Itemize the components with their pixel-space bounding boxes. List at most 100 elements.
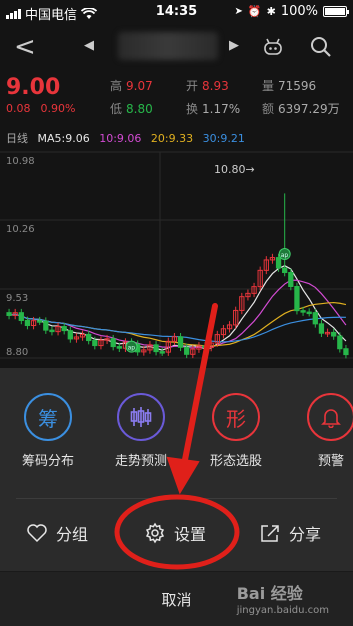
cancel-bar: 取消 Bai 经验 jingyan.baidu.com xyxy=(0,571,353,626)
prev-stock-icon[interactable]: ◀ xyxy=(84,38,94,53)
action-sheet: 筹 筹码分布 走势预测 形 形态选股 预警 分组 设置 分享 取消 Bai 经验… xyxy=(0,368,353,626)
location-icon: ➤ xyxy=(234,6,243,17)
ma-indicator-bar: 日线 MA5:9.06 10:9.06 20:9.33 30:9.21 xyxy=(6,130,251,146)
high-annotation: 10.80→ xyxy=(214,163,255,176)
candle-body xyxy=(37,320,43,323)
nav-bar: < ◀ ▶ xyxy=(0,26,353,70)
ma30-line xyxy=(8,313,346,343)
candle-body xyxy=(306,311,312,315)
period-label[interactable]: 日线 xyxy=(6,132,28,145)
ma10-value: 10:9.06 xyxy=(99,132,142,145)
option-label: 预警 xyxy=(317,454,344,469)
watermark-brand: Bai 经验 xyxy=(236,584,303,603)
candle-body xyxy=(331,331,337,337)
bell-icon xyxy=(307,393,353,441)
candle-body xyxy=(184,346,190,355)
kline-chart[interactable]: 10.98 10.26 9.53 8.80 10.80→ ap ap xyxy=(0,146,353,368)
option-chip-distribution[interactable]: 筹 筹码分布 xyxy=(8,393,88,469)
candle-body xyxy=(294,285,300,312)
y-tick-label: 9.53 xyxy=(6,293,28,304)
candle-body xyxy=(18,312,24,321)
volume-label: 量 xyxy=(262,79,275,93)
settings-label: 设置 xyxy=(174,525,207,544)
option-trend-forecast[interactable]: 走势预测 xyxy=(101,393,181,469)
option-label: 走势预测 xyxy=(114,454,167,469)
robot-icon[interactable] xyxy=(262,36,284,58)
candle-body xyxy=(288,272,294,287)
option-label: 形态选股 xyxy=(209,454,262,469)
candle-body xyxy=(312,312,318,325)
candle-body xyxy=(153,344,159,353)
back-icon[interactable]: < xyxy=(14,32,36,62)
settings-button[interactable]: 设置 xyxy=(144,518,206,548)
candle-body xyxy=(202,345,208,348)
candlestick-icon xyxy=(117,393,165,441)
status-right: ➤ ⏰ ✱ 100% xyxy=(234,4,349,19)
candle-body xyxy=(177,336,184,348)
low-value: 8.80 xyxy=(126,102,153,116)
candle-body xyxy=(116,346,122,349)
option-alert[interactable]: 预警 xyxy=(291,393,353,469)
low-label: 低 xyxy=(110,102,123,116)
candle-body xyxy=(110,338,116,348)
baidu-watermark: Bai 经验 jingyan.baidu.com xyxy=(237,580,329,616)
group-label: 分组 xyxy=(56,525,89,544)
share-icon xyxy=(261,525,279,542)
group-button[interactable]: 分组 xyxy=(26,518,88,548)
status-bar: 中国电信 14:35 ➤ ⏰ ✱ 100% xyxy=(0,0,353,24)
quote-low: 低 8.80 xyxy=(110,100,153,117)
bluetooth-icon: ✱ xyxy=(266,5,276,18)
quote-high: 高 9.07 xyxy=(110,77,153,94)
turnover-label: 换 xyxy=(186,102,199,116)
quote-amount: 额 6397.29万 xyxy=(262,100,340,117)
candle-body xyxy=(318,323,325,334)
y-tick-label: 10.26 xyxy=(6,224,35,235)
ma5-value: MA5:9.06 xyxy=(37,132,90,145)
ma30-value: 30:9.21 xyxy=(202,132,245,145)
candle-body xyxy=(24,319,31,327)
high-value: 9.07 xyxy=(126,79,153,93)
option-label: 筹码分布 xyxy=(21,454,74,469)
candle-body xyxy=(275,257,282,269)
ap-marker-label: ap xyxy=(128,345,136,352)
current-price: 9.00 xyxy=(6,75,61,100)
gear-icon xyxy=(145,522,165,544)
battery-fill xyxy=(325,8,345,15)
amount-value: 6397.29万 xyxy=(278,102,340,116)
battery-icon xyxy=(323,6,349,17)
alarm-icon: ⏰ xyxy=(247,5,262,18)
ma20-value: 20:9.33 xyxy=(150,132,194,145)
stock-name-blurred xyxy=(118,32,218,60)
quote-turnover: 换 1.17% xyxy=(186,100,240,117)
open-label: 开 xyxy=(186,79,199,93)
candle-body xyxy=(61,326,67,332)
share-label: 分享 xyxy=(289,525,322,544)
y-tick-label: 8.80 xyxy=(6,347,28,358)
watermark-url: jingyan.baidu.com xyxy=(236,605,329,616)
sheet-divider xyxy=(16,498,337,499)
candle-body xyxy=(337,335,343,350)
turnover-value: 1.17% xyxy=(202,102,241,116)
high-label: 高 xyxy=(110,79,123,93)
change-percent: 0.90% xyxy=(40,102,76,115)
search-icon[interactable] xyxy=(309,35,333,59)
volume-value: 71596 xyxy=(278,79,317,93)
candle-body xyxy=(159,351,165,354)
ap-marker-label: ap xyxy=(281,252,289,259)
pattern-icon: 形 xyxy=(212,393,260,441)
next-stock-icon[interactable]: ▶ xyxy=(229,38,239,53)
change-value: 0.08 xyxy=(6,102,31,115)
option-pattern-picker[interactable]: 形 形态选股 xyxy=(196,393,276,469)
candle-body xyxy=(92,340,98,347)
chip-distribution-icon: 筹 xyxy=(24,393,72,441)
share-button[interactable]: 分享 xyxy=(259,518,321,548)
candle-body xyxy=(282,267,288,274)
battery-percent: 100% xyxy=(280,4,318,19)
candle-body xyxy=(49,329,55,333)
quote-panel: 9.00 0.08 0.90% 高 9.07 低 8.80 开 8.93 换 1.17% … xyxy=(0,72,353,122)
candle-body xyxy=(86,333,92,342)
price-change: 0.08 0.90% xyxy=(6,102,75,115)
candle-body xyxy=(43,320,49,331)
candle-body xyxy=(67,330,73,340)
quote-volume: 量 71596 xyxy=(262,77,316,94)
